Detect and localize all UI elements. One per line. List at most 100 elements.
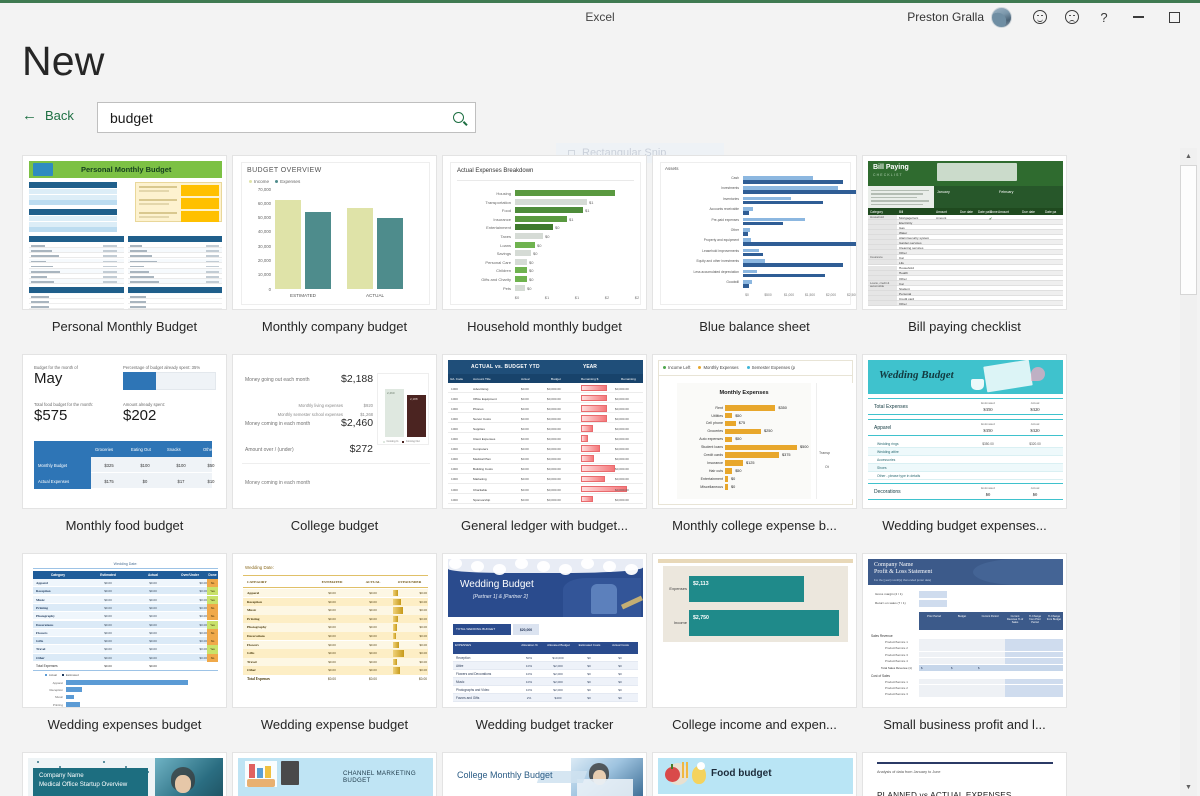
template-card[interactable]: Company Name Medical Office Startup Overv…: [22, 752, 247, 796]
template-thumbnail[interactable]: Expenses $2,113 Income $2,750: [652, 553, 857, 708]
template-card[interactable]: Actual Expenses Breakdown Housing Transpor…: [442, 155, 667, 354]
cell-actual: $0.00: [521, 487, 529, 492]
col-header: Estimated: [981, 486, 995, 490]
template-thumbnail[interactable]: Wedding Budget [Partner 1] & [Partner 2] T…: [442, 553, 647, 708]
template-card[interactable]: Wedding Date: Category Estimated Actual Over…: [22, 553, 247, 752]
row-label: Product/Service 2: [885, 646, 908, 651]
cell-remaining: $0,000.00: [615, 467, 629, 472]
template-thumbnail[interactable]: Wedding Budget Total Expenses Estimated $35…: [862, 354, 1067, 509]
template-card[interactable]: CHANNEL MARKETING BUDGET: [232, 752, 457, 796]
template-caption: Personal Monthly Budget: [51, 319, 198, 334]
template-card[interactable]: Wedding Date: CATEGORY ESTIMATED ACTUAL OVER…: [232, 553, 457, 752]
template-thumbnail[interactable]: Bill Paying CHECKLIST January February Categ…: [862, 155, 1067, 310]
template-thumbnail[interactable]: Company Name Medical Office Startup Overv…: [22, 752, 227, 796]
cell-code: 1000: [451, 467, 458, 472]
template-card[interactable]: ACTUAL vs. BUDGET YTD YEAR G/L Code Account…: [442, 354, 667, 553]
template-card[interactable]: Assets Cash Investments Inventories Accounts…: [652, 155, 877, 354]
template-card[interactable]: Analysis of data from January to June PLA…: [862, 752, 1087, 796]
template-card[interactable]: Food budgetCreate your Food budget. Clic…: [652, 752, 877, 796]
row-label: Product/Service 1: [885, 640, 908, 644]
cell-actual: $0.00: [369, 642, 377, 647]
sub-row: Shoes: [877, 466, 887, 470]
template-caption: Wedding budget expenses...: [882, 518, 1047, 533]
template-thumbnail[interactable]: Budget for the month of May Percentage of …: [22, 354, 227, 509]
feedback-smile-icon[interactable]: [1024, 3, 1056, 31]
window-controls: Preston Gralla ?: [907, 3, 1192, 31]
template-card[interactable]: Personal Monthly Budget Personal Monthly …: [22, 155, 247, 354]
line-value: $2,188: [341, 373, 374, 385]
template-thumbnail[interactable]: Company Name Profit & Loss Statement For t…: [862, 553, 1067, 708]
template-thumbnail[interactable]: Assets Cash Investments Inventories Accounts…: [652, 155, 857, 310]
template-thumbnail[interactable]: ACTUAL vs. BUDGET YTD YEAR G/L Code Account…: [442, 354, 647, 509]
gallery-scrollbar[interactable]: ▲ ▼: [1180, 148, 1197, 796]
side-label: Transp: [819, 451, 831, 455]
minimize-button[interactable]: [1120, 3, 1156, 31]
scroll-down-arrow-icon[interactable]: ▼: [1180, 779, 1197, 796]
avatar[interactable]: [991, 6, 1012, 28]
search-box[interactable]: [97, 102, 476, 133]
cell-actual: $0.00: [521, 467, 529, 472]
template-card[interactable]: Income Left Monthly Expenses Semester Expe…: [652, 354, 877, 553]
col-header: Groceries: [95, 447, 114, 452]
y-tick: 50,000: [257, 215, 271, 221]
total-value: $575: [34, 407, 68, 424]
month-header: February: [999, 190, 1014, 194]
bar-value: $1: [569, 216, 574, 222]
budget-value: $20,000: [519, 627, 533, 632]
cell-title: Sponsorship: [473, 497, 491, 502]
template-card[interactable]: College Monthly BudgetMonthly BudgetActu…: [442, 752, 667, 796]
cell-done: No: [210, 655, 215, 660]
template-card[interactable]: BUDGET OVERVIEW Income Expenses 70,000 60,00…: [232, 155, 457, 354]
template-thumbnail[interactable]: Wedding Date: Category Estimated Actual Over…: [22, 553, 227, 708]
template-thumbnail[interactable]: Wedding Date: CATEGORY ESTIMATED ACTUAL OVER…: [232, 553, 437, 708]
feedback-frown-icon[interactable]: [1056, 3, 1088, 31]
template-caption: Blue balance sheet: [699, 319, 810, 334]
col-header: Estimated: [100, 573, 116, 577]
template-caption: General ledger with budget...: [461, 518, 628, 533]
thumb-title: College Monthly Budget: [457, 770, 553, 780]
search-input[interactable]: [98, 103, 441, 132]
template-card[interactable]: Wedding Budget Total Expenses Estimated $35…: [862, 354, 1087, 553]
template-thumbnail[interactable]: Income Left Monthly Expenses Semester Expe…: [652, 354, 857, 509]
template-thumbnail[interactable]: BUDGET OVERVIEW Income Expenses 70,000 60,00…: [232, 155, 437, 310]
template-gallery[interactable]: Personal Monthly Budget Personal Monthly …: [22, 155, 1147, 796]
cell-remaining: $0,000.00: [615, 406, 629, 411]
template-card[interactable]: Expenses $2,113 Income $2,750 College income…: [652, 553, 877, 752]
bar-value: $350: [778, 405, 787, 410]
template-card[interactable]: 2,460 2,188 Coming In Coming Out Money going…: [232, 354, 457, 553]
total-actual: $0.00: [369, 677, 377, 681]
help-icon[interactable]: ?: [1088, 3, 1120, 31]
template-thumbnail[interactable]: CHANNEL MARKETING BUDGET: [232, 752, 437, 796]
cell-actual: $0.00: [369, 634, 377, 638]
scroll-up-arrow-icon[interactable]: ▲: [1180, 148, 1197, 165]
template-thumbnail[interactable]: Actual Expenses Breakdown Housing Transpor…: [442, 155, 647, 310]
template-thumbnail[interactable]: Personal Monthly Budget: [22, 155, 227, 310]
scrollbar-thumb[interactable]: [1180, 165, 1197, 295]
maximize-button[interactable]: [1156, 3, 1192, 31]
template-thumbnail[interactable]: Food budgetCreate your Food budget. Clic…: [652, 752, 857, 796]
line-label: Money coming in each month: [245, 421, 311, 427]
template-card[interactable]: Bill Paying CHECKLIST January February Categ…: [862, 155, 1087, 354]
cell-estimated: $0.00: [328, 642, 336, 647]
account-name[interactable]: Preston Gralla: [907, 10, 984, 24]
bar-value: $0: [529, 277, 534, 282]
back-button[interactable]: ← Back: [22, 108, 74, 123]
template-card[interactable]: Company Name Profit & Loss Statement For t…: [862, 553, 1087, 752]
search-icon[interactable]: [441, 103, 475, 132]
x-tick: $2,000: [825, 293, 837, 297]
template-card[interactable]: Wedding Budget [Partner 1] & [Partner 2] T…: [442, 553, 667, 752]
cell-estimated: $0.00: [104, 614, 112, 619]
cell-actual: $0.00: [369, 591, 377, 595]
cell-alloc: 10%: [525, 672, 533, 676]
section-name: Apparel: [874, 425, 892, 431]
template-card[interactable]: Budget for the month of May Percentage of …: [22, 354, 247, 553]
chart-bar-label: Printing: [52, 702, 63, 707]
cell-estimated: $0.00: [104, 622, 112, 627]
cell-code: 1000: [451, 426, 458, 431]
template-thumbnail[interactable]: 2,460 2,188 Coming In Coming Out Money going…: [232, 354, 437, 509]
line-value: $920: [363, 403, 373, 408]
scrollbar-track[interactable]: [1180, 295, 1197, 779]
template-thumbnail[interactable]: Analysis of data from January to June PLA…: [862, 752, 1067, 796]
template-thumbnail[interactable]: College Monthly BudgetMonthly BudgetActu…: [442, 752, 647, 796]
bar-value: $50: [735, 468, 742, 473]
